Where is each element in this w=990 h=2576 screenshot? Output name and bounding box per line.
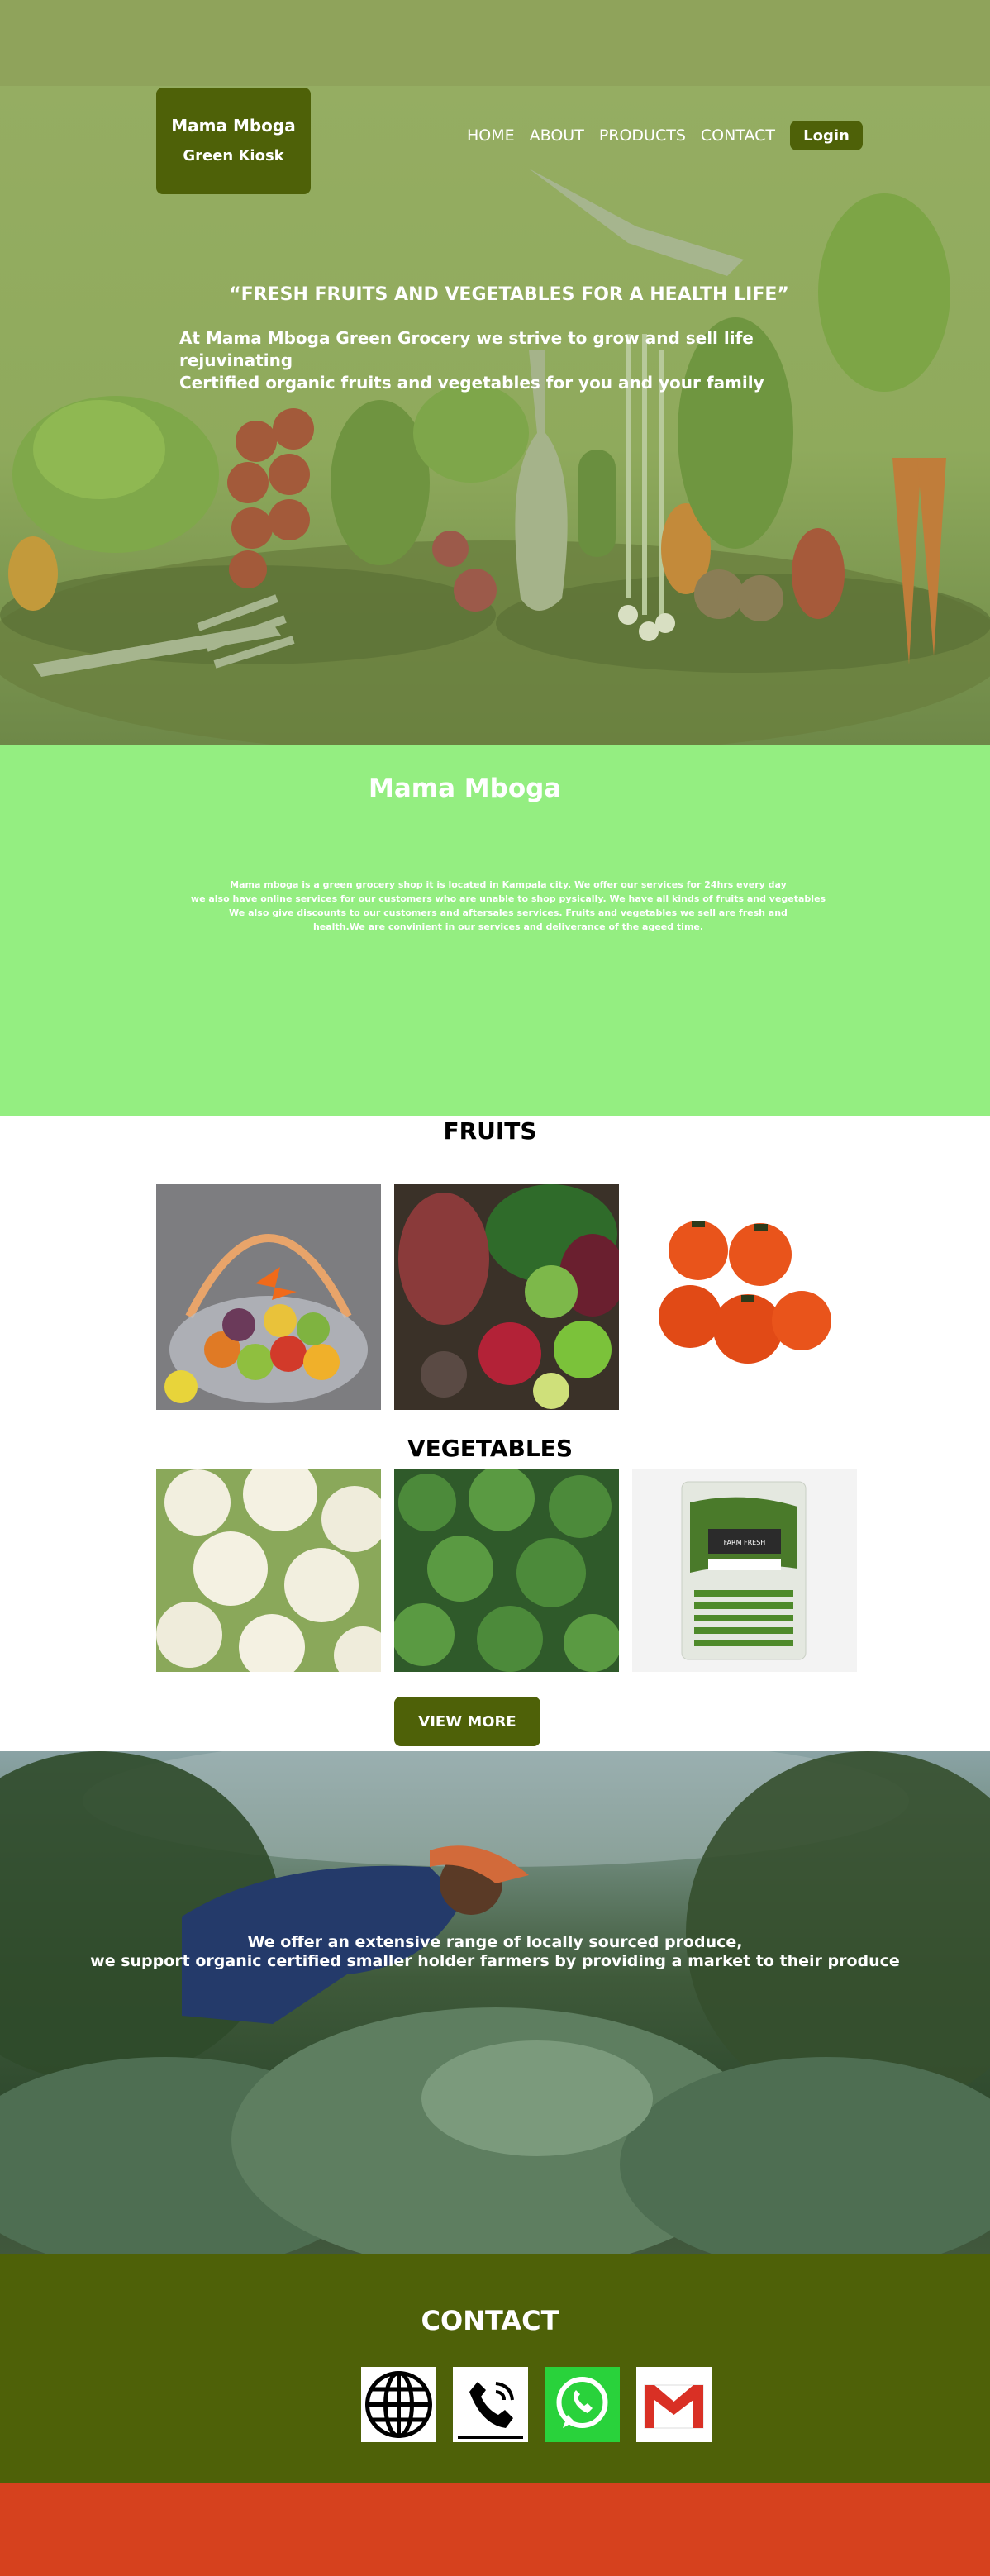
view-more-button[interactable]: VIEW MORE [394,1697,540,1746]
farmer-field-image [0,1751,990,2254]
hero-vegetables-image [0,86,990,745]
nav-about-link[interactable]: ABOUT [530,126,584,145]
about-line-1: Mama mboga is a green grocery shop it is… [230,879,787,890]
nav-products-link[interactable]: PRODUCTS [599,126,686,145]
phone-icon[interactable] [453,2367,528,2442]
broccoli-image[interactable] [394,1469,619,1672]
farm-message: We offer an extensive range of locally s… [0,1933,990,1971]
contact-title: CONTACT [421,2305,559,2336]
persimmons-image[interactable] [632,1184,857,1410]
products-section: FRUITS VEGETABLES FARM FRESH VIEW MORE [0,1116,990,1751]
hero-tagline: “FRESH FRUITS AND VEGETABLES FOR A HEALT… [229,284,789,305]
gmail-icon[interactable] [636,2367,712,2442]
nav-home-link[interactable]: HOME [467,126,515,145]
cauliflower-image[interactable] [156,1469,381,1672]
hero-intro: At Mama Mboga Green Grocery we strive to… [179,327,857,394]
farm-message-line-1: We offer an extensive range of locally s… [247,1933,743,1951]
main-nav: HOME ABOUT PRODUCTS CONTACT Login [467,121,864,150]
brand-subtitle: Green Kiosk [183,147,284,164]
whatsapp-icon[interactable] [545,2367,620,2442]
about-section: Mama Mboga Mama mboga is a green grocery… [0,745,990,1116]
farm-banner-section: We offer an extensive range of locally s… [0,1751,990,2254]
footer-bar [0,2483,990,2576]
login-button[interactable]: Login [790,121,864,150]
about-line-3: We also give discounts to our customers … [229,907,788,918]
brand-name: Mama Mboga [171,116,296,136]
contact-icons [361,2367,728,2442]
about-title: Mama Mboga [369,774,562,803]
pomegranate-smoothie-image[interactable] [394,1184,619,1410]
about-description: Mama mboga is a green grocery shop it is… [165,878,851,934]
green-beans-pack-image[interactable]: FARM FRESH [632,1469,857,1672]
hero-section: Mama Mboga Green Kiosk HOME ABOUT PRODUC… [0,0,990,745]
about-line-2: we also have online services for our cus… [190,893,826,904]
hero-intro-line-2: Certified organic fruits and vegetables … [179,373,764,393]
package-label: FARM FRESH [724,1539,766,1546]
farm-message-line-2: we support organic certified smaller hol… [90,1952,900,1970]
fruits-heading: FRUITS [443,1117,537,1145]
hero-top-band [0,0,990,86]
nav-contact-link[interactable]: CONTACT [701,126,775,145]
globe-icon[interactable] [361,2367,436,2442]
fruit-basket-image[interactable] [156,1184,381,1410]
brand-logo-box[interactable]: Mama Mboga Green Kiosk [156,88,311,194]
vegetables-heading: VEGETABLES [407,1435,573,1462]
about-line-4: health.We are convinient in our services… [312,921,704,932]
contact-section: CONTACT [0,2254,990,2483]
hero-intro-line-1: At Mama Mboga Green Grocery we strive to… [179,328,754,370]
